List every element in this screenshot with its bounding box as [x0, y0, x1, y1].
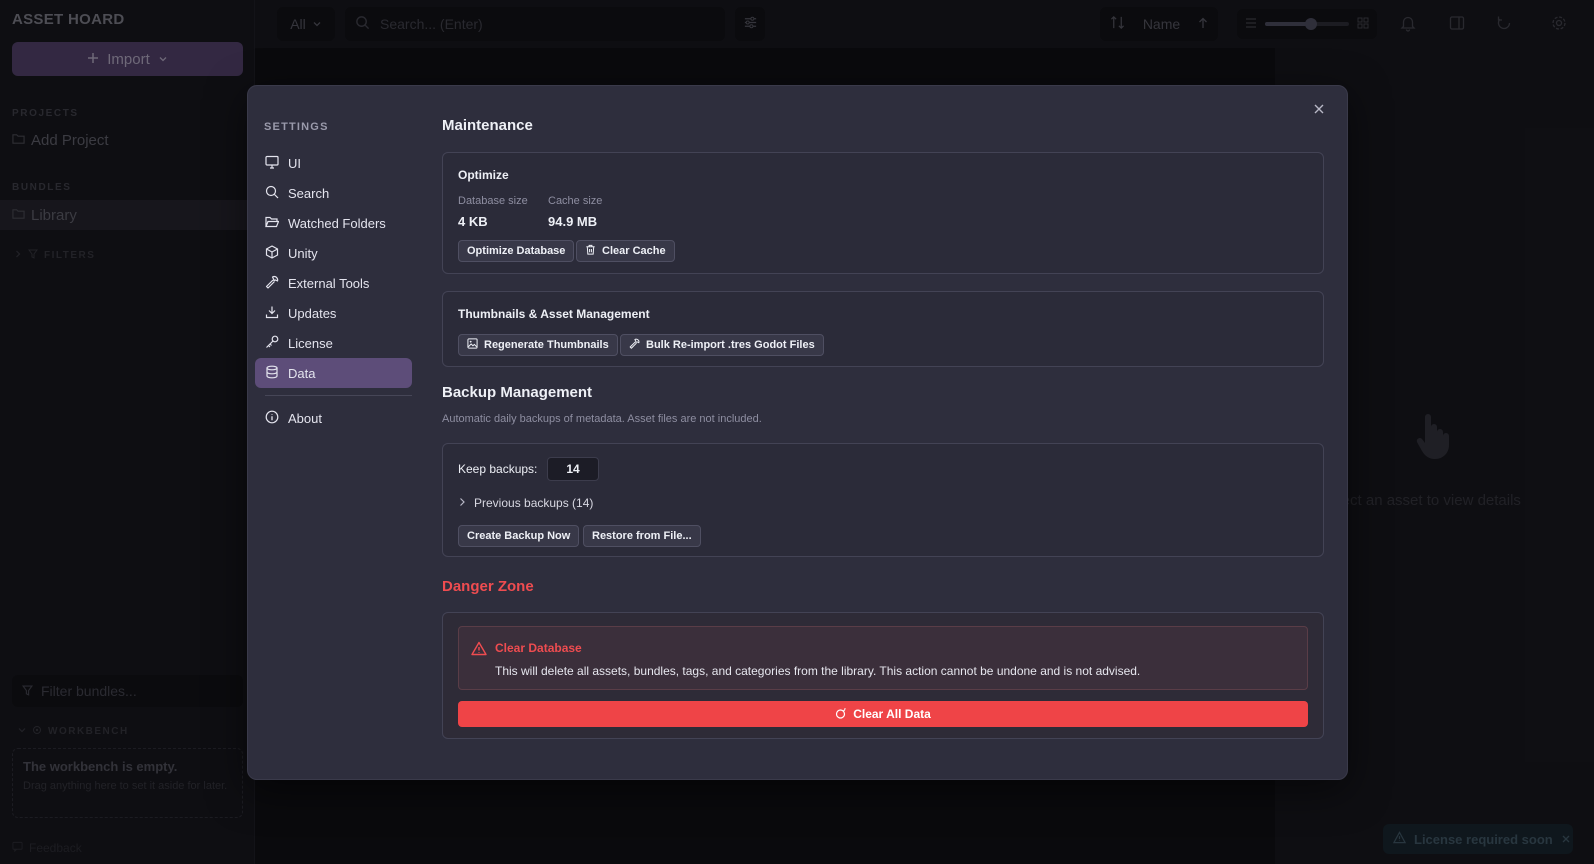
db-size-value: 4 KB: [458, 214, 488, 229]
nav-item-external-tools[interactable]: External Tools: [255, 268, 412, 298]
image-icon: [467, 338, 478, 352]
danger-zone-title: Danger Zone: [442, 578, 534, 595]
clear-database-text: This will delete all assets, bundles, ta…: [495, 664, 1141, 678]
clear-database-warning: Clear Database This will delete all asse…: [458, 626, 1308, 690]
download-icon: [265, 305, 279, 322]
keep-backups-input[interactable]: 14: [547, 457, 599, 481]
nav-item-about[interactable]: About: [255, 403, 412, 433]
clear-database-title: Clear Database: [495, 641, 582, 655]
close-icon: [1313, 103, 1325, 118]
nav-divider: [265, 395, 412, 396]
nav-item-license[interactable]: License: [255, 328, 412, 358]
nav-item-ui[interactable]: UI: [255, 148, 412, 178]
bomb-icon: [835, 707, 847, 722]
thumbnails-title: Thumbnails & Asset Management: [458, 307, 650, 321]
info-icon: [265, 410, 279, 427]
settings-heading: SETTINGS: [264, 121, 329, 133]
folder-open-icon: [265, 215, 280, 232]
nav-label: Unity: [288, 245, 318, 261]
nav-label: Updates: [288, 305, 337, 321]
previous-backups-label: Previous backups (14): [474, 496, 594, 510]
cube-icon: [265, 244, 279, 262]
nav-label: License: [288, 335, 333, 351]
wrench-icon: [265, 275, 279, 292]
chevron-right-icon: [458, 496, 466, 510]
bulk-reimport-button[interactable]: Bulk Re-import .tres Godot Files: [620, 334, 824, 356]
nav-label: UI: [288, 155, 301, 171]
maintenance-title: Maintenance: [442, 117, 533, 134]
previous-backups-toggle[interactable]: Previous backups (14): [458, 496, 593, 510]
db-size-label: Database size: [458, 195, 528, 207]
clear-all-data-label: Clear All Data: [853, 707, 931, 721]
settings-nav: UI Search Watched Folders Unity External…: [255, 148, 412, 433]
search-icon: [265, 185, 279, 202]
key-icon: [265, 335, 279, 352]
backup-title: Backup Management: [442, 384, 593, 401]
optimize-title: Optimize: [458, 168, 509, 182]
warning-icon: [471, 641, 487, 659]
nav-item-search[interactable]: Search: [255, 178, 412, 208]
restore-from-file-label: Restore from File...: [592, 530, 692, 542]
danger-card: Clear Database This will delete all asse…: [442, 612, 1324, 739]
trash-icon: [585, 244, 596, 258]
nav-item-unity[interactable]: Unity: [255, 238, 412, 268]
nav-item-data[interactable]: Data: [255, 358, 412, 388]
settings-modal: SETTINGS UI Search Watched Folders Unity…: [247, 85, 1348, 780]
nav-label: External Tools: [288, 275, 370, 291]
thumbnails-card: Thumbnails & Asset Management Regenerate…: [442, 291, 1324, 367]
clear-cache-button[interactable]: Clear Cache: [576, 240, 675, 262]
create-backup-button[interactable]: Create Backup Now: [458, 525, 580, 547]
backup-description: Automatic daily backups of metadata. Ass…: [442, 413, 762, 425]
regenerate-thumbnails-label: Regenerate Thumbnails: [484, 339, 609, 351]
clear-all-data-button[interactable]: Clear All Data: [458, 701, 1308, 727]
bulk-reimport-label: Bulk Re-import .tres Godot Files: [646, 339, 815, 351]
optimize-card: Optimize Database size 4 KB Cache size 9…: [442, 152, 1324, 274]
clear-cache-label: Clear Cache: [602, 245, 666, 257]
nav-label: About: [288, 410, 322, 426]
nav-label: Search: [288, 185, 330, 201]
optimize-database-label: Optimize Database: [467, 245, 566, 257]
monitor-icon: [265, 155, 279, 172]
nav-label: Watched Folders: [288, 215, 386, 231]
optimize-database-button[interactable]: Optimize Database: [458, 240, 575, 262]
keep-backups-label: Keep backups:: [458, 462, 538, 476]
cache-size-value: 94.9 MB: [548, 214, 598, 229]
nav-item-updates[interactable]: Updates: [255, 298, 412, 328]
nav-label: Data: [288, 365, 316, 381]
keep-backups-value: 14: [566, 462, 580, 476]
regenerate-thumbnails-button[interactable]: Regenerate Thumbnails: [458, 334, 618, 356]
cache-size-label: Cache size: [548, 195, 603, 207]
nav-item-watched-folders[interactable]: Watched Folders: [255, 208, 412, 238]
create-backup-label: Create Backup Now: [467, 530, 571, 542]
restore-from-file-button[interactable]: Restore from File...: [583, 525, 701, 547]
close-button[interactable]: [1309, 100, 1329, 120]
wrench-icon: [629, 338, 640, 352]
database-icon: [265, 365, 279, 382]
backup-card: Keep backups: 14 Previous backups (14) C…: [442, 443, 1324, 557]
